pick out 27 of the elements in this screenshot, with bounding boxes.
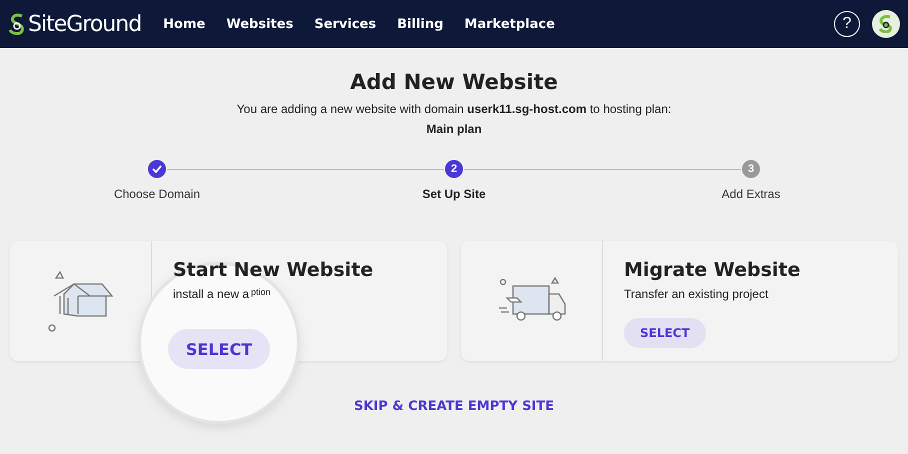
skip-link[interactable]: SKIP & CREATE EMPTY SITE [354, 399, 554, 414]
nav-link[interactable]: Services [314, 16, 376, 32]
step-circle: 3 [742, 160, 760, 178]
step-label: Choose Domain [114, 187, 200, 201]
plan-name: Main plan [425, 122, 483, 136]
nav-link[interactable]: Billing [397, 16, 444, 32]
nav-link[interactable]: Websites [226, 16, 294, 32]
nav-link[interactable]: Home [163, 16, 206, 32]
step-label: Set Up Site [422, 187, 486, 201]
check-icon [152, 165, 162, 173]
select-button[interactable]: SELECT [168, 329, 270, 369]
card-description: install a new a [173, 287, 250, 301]
select-button[interactable]: SELECT [624, 318, 706, 348]
card-title: Start New Website [173, 259, 374, 281]
magnified-text: ption [251, 287, 271, 297]
card-description: Transfer an existing project [624, 287, 768, 301]
avatar[interactable] [872, 10, 900, 38]
nav-link[interactable]: Marketplace [464, 16, 555, 32]
intro-text: You are adding a new website with domain userk11.sg-host.com to hosting plan: [236, 102, 672, 116]
page-title: Add New Website [349, 70, 559, 94]
step-circle: 2 [445, 160, 463, 178]
help-button[interactable]: ? [834, 11, 860, 37]
step-label: Add Extras [722, 187, 780, 201]
logo-icon [8, 13, 26, 35]
logo-text: SiteGround [28, 12, 142, 36]
card-title: Migrate Website [624, 259, 800, 281]
logo-icon [878, 15, 894, 33]
